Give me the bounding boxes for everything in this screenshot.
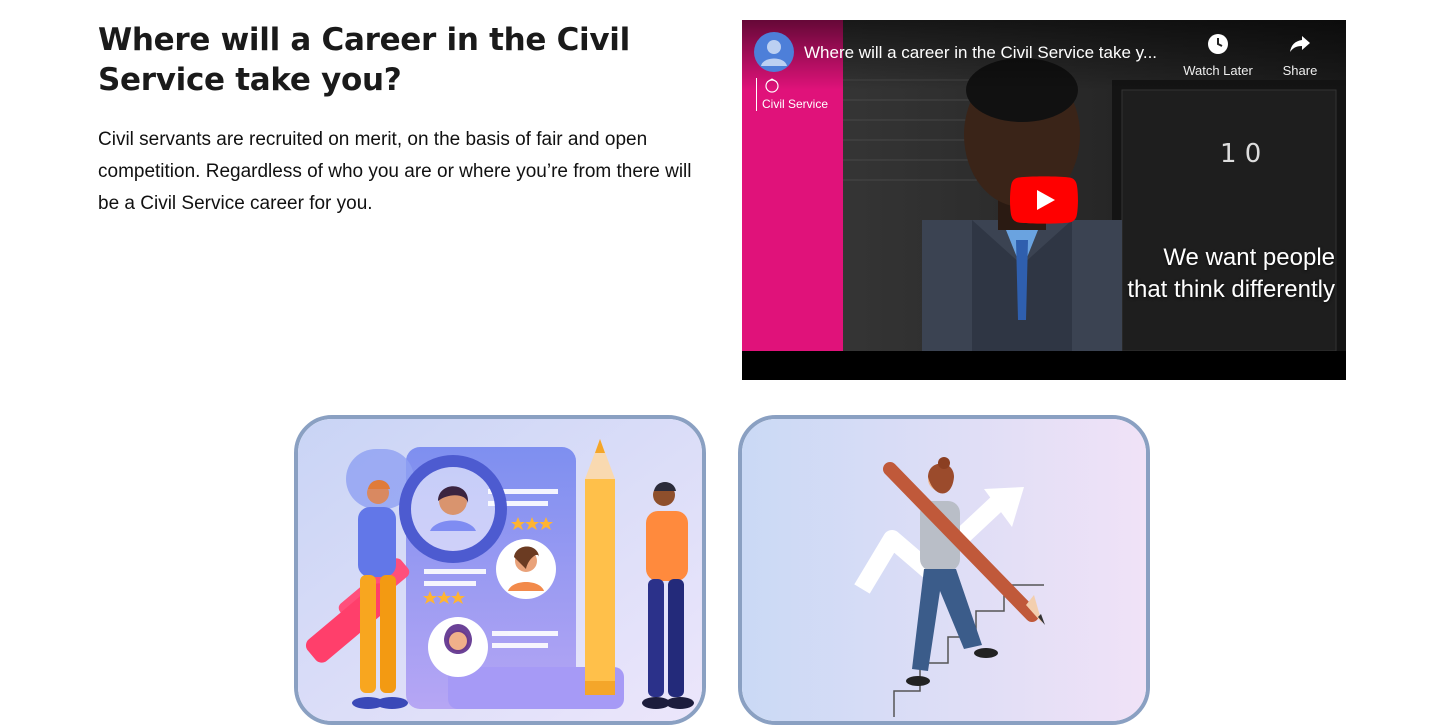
- crest-icon: [765, 78, 779, 93]
- intro-section: Where will a Career in the Civil Service…: [98, 20, 708, 220]
- caption-line-1: We want people: [1163, 244, 1335, 271]
- career-growth-illustration-card[interactable]: [738, 415, 1150, 725]
- svg-text:1 0: 1 0: [1220, 139, 1261, 169]
- civil-service-label: Civil Service: [762, 97, 829, 111]
- share-label: Share: [1282, 63, 1318, 78]
- clock-icon: [1208, 34, 1228, 54]
- caption-line-2: that think differently: [1127, 276, 1335, 303]
- video-title[interactable]: Where will a career in the Civil Service…: [804, 43, 1174, 63]
- share-button[interactable]: Share: [1265, 32, 1335, 78]
- youtube-video-embed[interactable]: 1 0 Where will a career in the Civil Ser…: [742, 20, 1346, 380]
- page-heading: Where will a Career in the Civil Service…: [98, 22, 630, 98]
- civil-service-brand: Civil Service: [756, 78, 828, 111]
- video-caption: We want people that think differently: [1127, 242, 1335, 306]
- intro-paragraph: Civil servants are recruited on merit, o…: [98, 129, 692, 214]
- youtube-play-icon[interactable]: [1010, 176, 1078, 224]
- share-arrow-icon: [1290, 36, 1310, 52]
- recruitment-illustration-card[interactable]: [294, 415, 706, 725]
- channel-avatar[interactable]: [754, 32, 794, 72]
- staircase-pencil-illustration: [742, 419, 1146, 721]
- watch-later-button[interactable]: Watch Later: [1183, 32, 1253, 78]
- magnifier-profiles-illustration: [298, 419, 702, 721]
- video-letterbox: [742, 351, 1346, 380]
- watch-later-label: Watch Later: [1183, 63, 1253, 78]
- avatar-person-icon: [761, 40, 787, 66]
